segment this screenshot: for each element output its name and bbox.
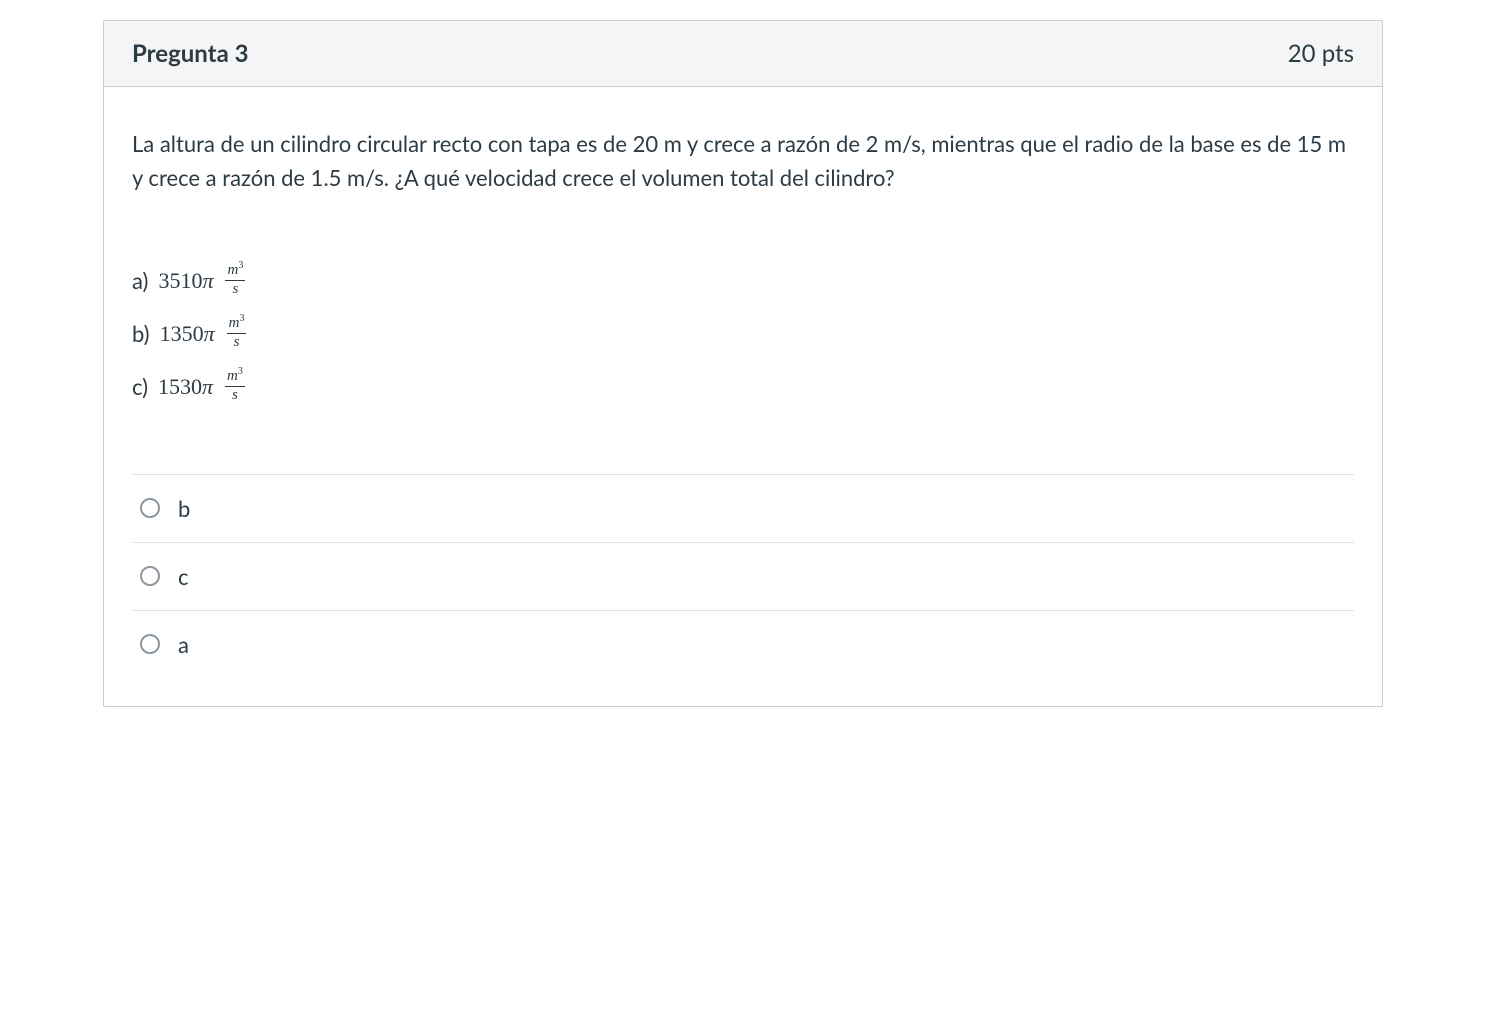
option-label: a — [178, 631, 189, 658]
question-body: La altura de un cilindro circular recto … — [104, 87, 1382, 706]
question-card: Pregunta 3 20 pts La altura de un cilind… — [103, 20, 1383, 707]
answer-letter: a) — [132, 255, 148, 308]
option-row-c[interactable]: c — [132, 543, 1354, 611]
answer-value: 1530π — [158, 361, 213, 414]
answer-value: 3510π — [158, 255, 213, 308]
radio-icon[interactable] — [140, 634, 160, 654]
radio-icon[interactable] — [140, 498, 160, 518]
unit-fraction: m3 s — [225, 367, 245, 404]
answer-letter: b) — [132, 308, 150, 361]
unit-fraction: m3 s — [225, 261, 245, 298]
question-title: Pregunta 3 — [132, 39, 249, 68]
option-row-a[interactable]: a — [132, 611, 1354, 678]
answer-option-a: a) 3510π m3 s — [132, 255, 1354, 308]
option-row-b[interactable]: b — [132, 475, 1354, 543]
answer-option-b: b) 1350π m3 s — [132, 308, 1354, 361]
answer-letter: c) — [132, 361, 148, 414]
answer-option-c: c) 1530π m3 s — [132, 361, 1354, 414]
question-header: Pregunta 3 20 pts — [104, 21, 1382, 87]
option-label: b — [178, 495, 190, 522]
radio-options: b c a — [132, 474, 1354, 678]
unit-fraction: m3 s — [227, 314, 247, 351]
option-label: c — [178, 563, 189, 590]
answer-list: a) 3510π m3 s b) 1350π m3 s c) 1530π — [132, 255, 1354, 413]
radio-icon[interactable] — [140, 566, 160, 586]
question-points: 20 pts — [1288, 39, 1354, 68]
question-text: La altura de un cilindro circular recto … — [132, 127, 1354, 195]
answer-value: 1350π — [160, 308, 215, 361]
